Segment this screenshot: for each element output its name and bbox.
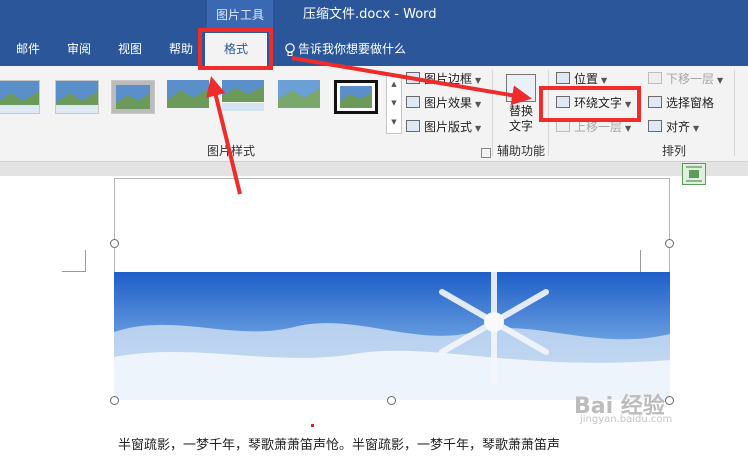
watermark-url: jingyan.baidu.com (580, 414, 673, 425)
